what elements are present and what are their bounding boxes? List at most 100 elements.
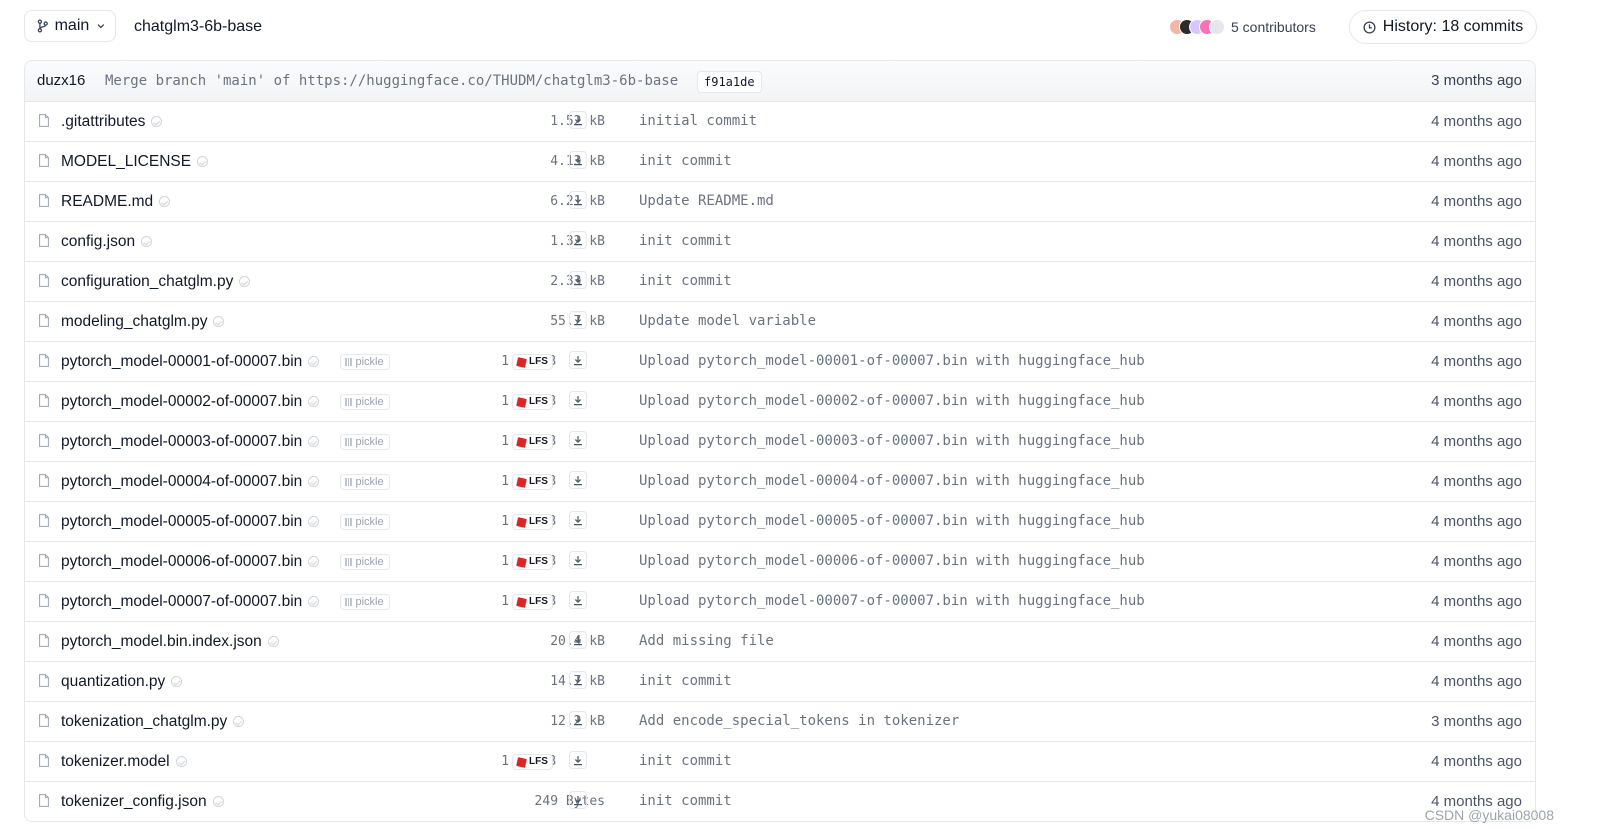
- download-button[interactable]: [569, 751, 587, 769]
- file-commit-message[interactable]: Add missing file: [639, 622, 774, 661]
- file-commit-message[interactable]: Upload pytorch_model-00002-of-00007.bin …: [639, 382, 1145, 421]
- lfs-badge[interactable]: LFS: [512, 394, 553, 410]
- file-name-link[interactable]: MODEL_LICENSE: [61, 142, 209, 181]
- file-rows: .gitattributes 1.52 kB initial commit 4 mon…: [25, 102, 1535, 821]
- commit-author[interactable]: duzx16: [37, 61, 85, 101]
- file-name-link[interactable]: quantization.py: [61, 662, 183, 701]
- lfs-badge[interactable]: LFS: [512, 514, 553, 530]
- history-button[interactable]: History: 18 commits: [1349, 10, 1537, 44]
- file-icon: [39, 514, 49, 527]
- file-name-link[interactable]: modeling_chatglm.py: [61, 302, 225, 341]
- avatar: [1209, 19, 1225, 35]
- pickle-badge[interactable]: pickle: [340, 474, 390, 490]
- file-name-link[interactable]: pytorch_model-00005-of-00007.bin: [61, 502, 320, 541]
- download-button[interactable]: [569, 711, 587, 729]
- download-button[interactable]: [569, 431, 587, 449]
- file-commit-message[interactable]: initial commit: [639, 102, 757, 141]
- file-name-link[interactable]: pytorch_model-00001-of-00007.bin: [61, 342, 320, 381]
- file-commit-message[interactable]: init commit: [639, 222, 732, 261]
- file-name: .gitattributes: [61, 113, 146, 130]
- file-name: pytorch_model.bin.index.json: [61, 633, 262, 650]
- file-commit-message[interactable]: Upload pytorch_model-00006-of-00007.bin …: [639, 542, 1145, 581]
- file-name-link[interactable]: README.md: [61, 182, 171, 221]
- lfs-badge[interactable]: LFS: [512, 434, 553, 450]
- download-button[interactable]: [569, 671, 587, 689]
- download-button[interactable]: [569, 551, 587, 569]
- file-commit-message[interactable]: Upload pytorch_model-00004-of-00007.bin …: [639, 462, 1145, 501]
- safe-check-icon: [308, 556, 320, 567]
- file-commit-message[interactable]: init commit: [639, 662, 732, 701]
- download-icon: [574, 475, 582, 485]
- download-button[interactable]: [569, 591, 587, 609]
- download-button[interactable]: [569, 311, 587, 329]
- safe-check-icon: [171, 676, 183, 687]
- lfs-badge[interactable]: LFS: [512, 754, 553, 770]
- pickle-icon: [345, 518, 352, 526]
- file-commit-message[interactable]: init commit: [639, 262, 732, 301]
- file-name-link[interactable]: pytorch_model-00007-of-00007.bin: [61, 582, 320, 621]
- file-commit-message[interactable]: init commit: [639, 142, 732, 181]
- file-name-link[interactable]: .gitattributes: [61, 102, 163, 141]
- file-commit-message[interactable]: Upload pytorch_model-00001-of-00007.bin …: [639, 342, 1145, 381]
- file-icon: [39, 194, 49, 207]
- pickle-badge[interactable]: pickle: [340, 514, 390, 530]
- commit-message[interactable]: Merge branch 'main' of https://huggingfa…: [105, 61, 678, 101]
- watermark: CSDN @yukai08008: [1424, 807, 1554, 823]
- pickle-label: pickle: [355, 356, 384, 368]
- file-name-link[interactable]: tokenizer.model: [61, 742, 187, 781]
- download-button[interactable]: [569, 111, 587, 129]
- file-name-link[interactable]: pytorch_model-00006-of-00007.bin: [61, 542, 320, 581]
- file-commit-message[interactable]: Update README.md: [639, 182, 774, 221]
- file-commit-message[interactable]: Update model variable: [639, 302, 816, 341]
- history-label: History: 18 commits: [1382, 18, 1524, 35]
- download-button[interactable]: [569, 471, 587, 489]
- file-name-link[interactable]: pytorch_model-00002-of-00007.bin: [61, 382, 320, 421]
- branch-selector-button[interactable]: main: [24, 10, 116, 42]
- download-button[interactable]: [569, 391, 587, 409]
- download-button[interactable]: [569, 231, 587, 249]
- download-button[interactable]: [569, 791, 587, 809]
- lfs-label: LFS: [529, 396, 548, 407]
- file-commit-message[interactable]: init commit: [639, 742, 732, 781]
- file-name-link[interactable]: tokenizer_config.json: [61, 782, 224, 821]
- file-commit-message[interactable]: Upload pytorch_model-00007-of-00007.bin …: [639, 582, 1145, 621]
- file-name-link[interactable]: pytorch_model-00004-of-00007.bin: [61, 462, 320, 501]
- lfs-label: LFS: [529, 756, 548, 767]
- pickle-label: pickle: [355, 596, 384, 608]
- file-name-link[interactable]: pytorch_model-00003-of-00007.bin: [61, 422, 320, 461]
- download-button[interactable]: [569, 511, 587, 529]
- file-name-link[interactable]: config.json: [61, 222, 153, 261]
- download-button[interactable]: [569, 631, 587, 649]
- download-button[interactable]: [569, 151, 587, 169]
- file-commit-time: 4 months ago: [1431, 593, 1522, 610]
- download-button[interactable]: [569, 351, 587, 369]
- file-name-link[interactable]: configuration_chatglm.py: [61, 262, 251, 301]
- contributors-link[interactable]: 5 contributors: [1169, 10, 1316, 44]
- file-commit-message[interactable]: Add encode_special_tokens in tokenizer: [639, 702, 959, 741]
- pickle-badge[interactable]: pickle: [340, 434, 390, 450]
- download-button[interactable]: [569, 191, 587, 209]
- file-row: tokenizer_config.json 249 Bytes init commi…: [25, 782, 1535, 821]
- lfs-badge[interactable]: LFS: [512, 554, 553, 570]
- file-commit-message[interactable]: init commit: [639, 782, 732, 821]
- file-icon: [39, 714, 49, 727]
- file-name: pytorch_model-00002-of-00007.bin: [61, 393, 303, 410]
- lfs-badge[interactable]: LFS: [512, 354, 553, 370]
- commit-sha[interactable]: f91a1de: [697, 71, 762, 93]
- lfs-badge[interactable]: LFS: [512, 594, 553, 610]
- pickle-badge[interactable]: pickle: [340, 354, 390, 370]
- safe-check-icon: [151, 116, 163, 127]
- pickle-badge[interactable]: pickle: [340, 394, 390, 410]
- lfs-badge[interactable]: LFS: [512, 474, 553, 490]
- download-button[interactable]: [569, 271, 587, 289]
- file-name-link[interactable]: tokenization_chatglm.py: [61, 702, 245, 741]
- pickle-badge[interactable]: pickle: [340, 594, 390, 610]
- file-name-link[interactable]: pytorch_model.bin.index.json: [61, 622, 279, 661]
- file-commit-message[interactable]: Upload pytorch_model-00005-of-00007.bin …: [639, 502, 1145, 541]
- safe-check-icon: [175, 756, 187, 767]
- file-commit-message[interactable]: Upload pytorch_model-00003-of-00007.bin …: [639, 422, 1145, 461]
- pickle-badge[interactable]: pickle: [340, 554, 390, 570]
- safe-check-icon: [213, 316, 225, 327]
- safe-check-icon: [159, 196, 171, 207]
- lfs-cube-icon: [516, 356, 527, 368]
